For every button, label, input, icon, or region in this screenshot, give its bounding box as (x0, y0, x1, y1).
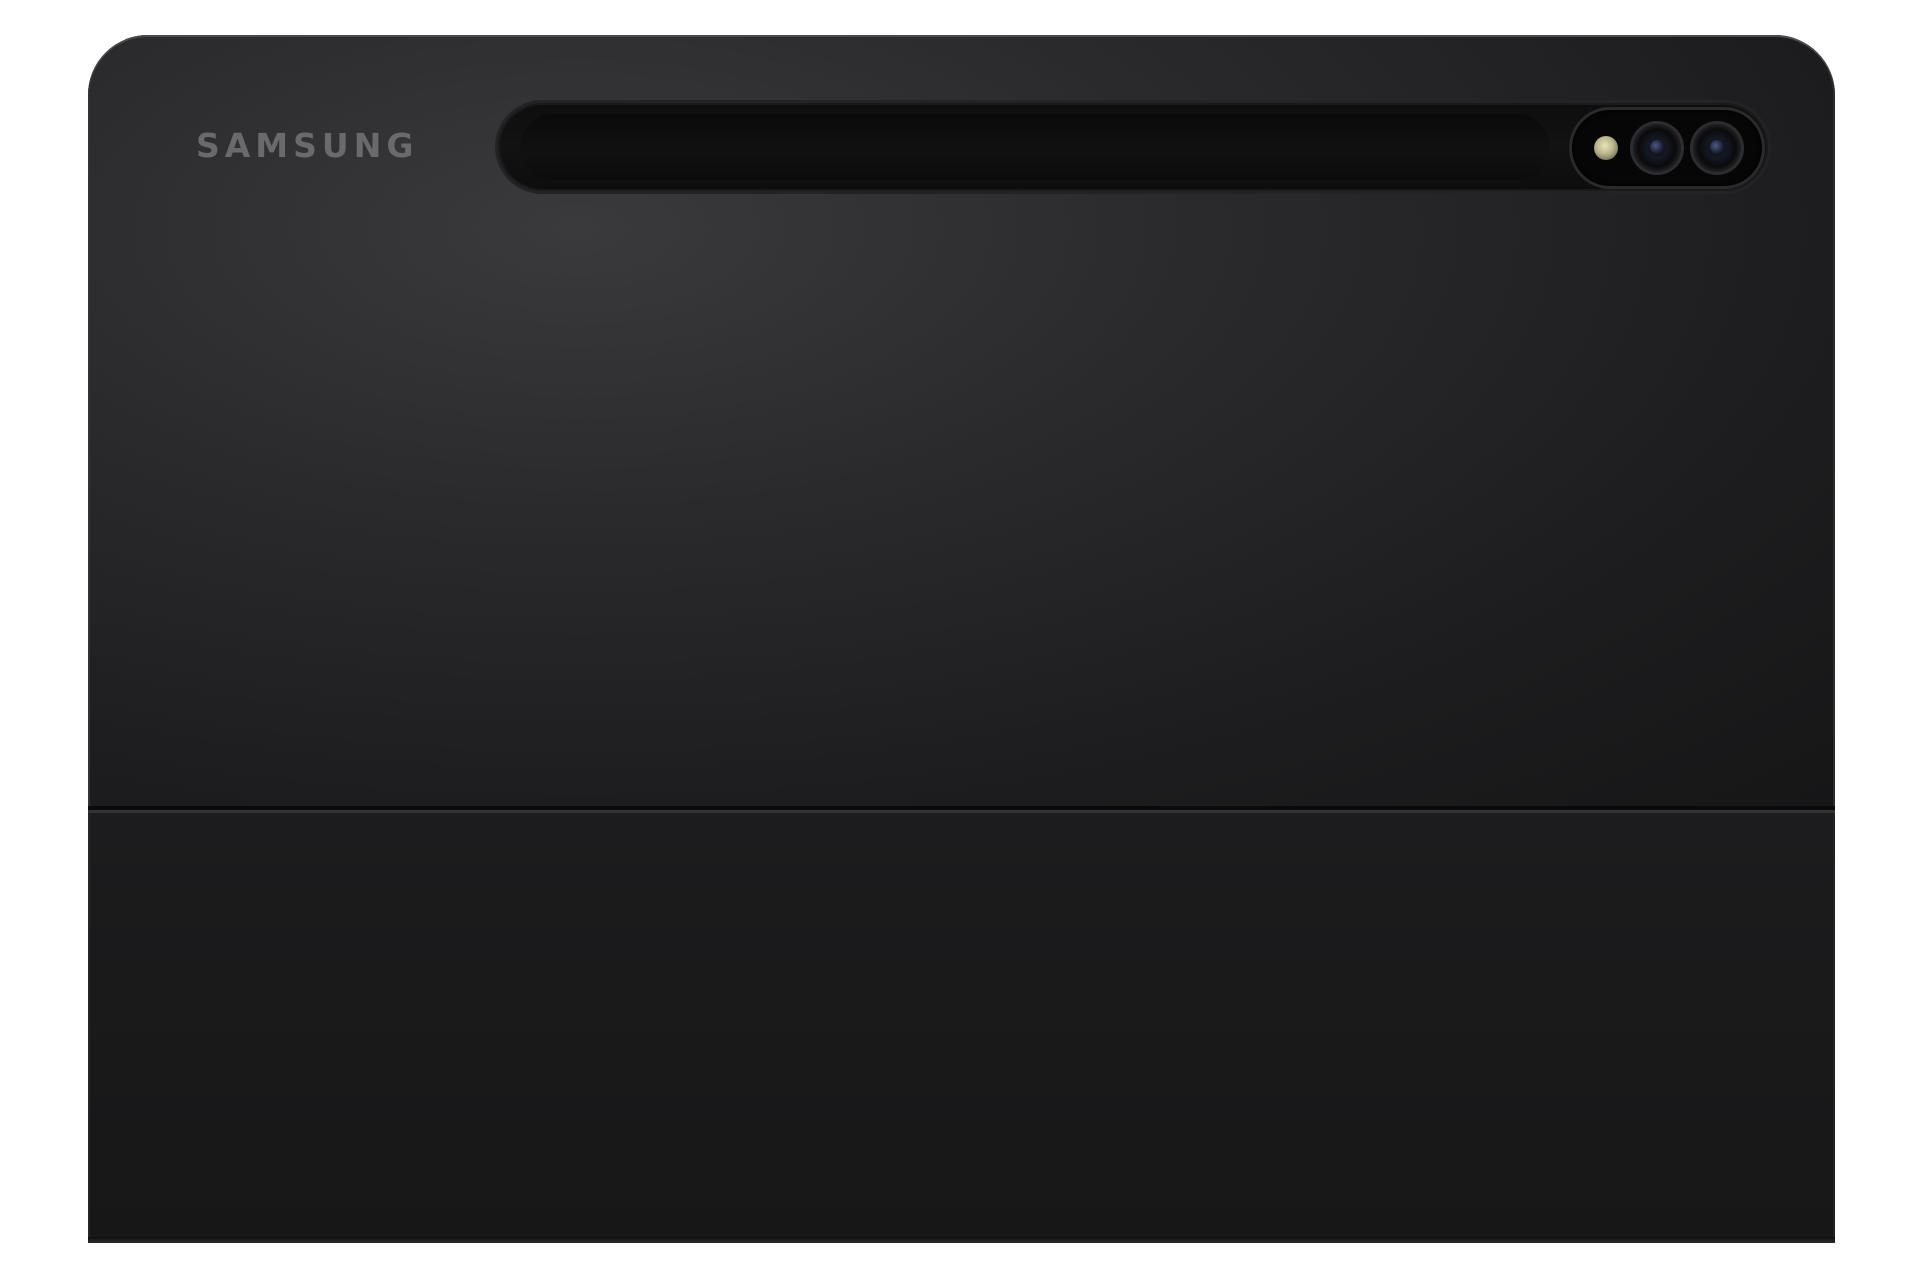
samsung-logo: SAMSUNG (196, 126, 419, 165)
flash-icon (1594, 136, 1618, 160)
cover-bottom-edge (88, 1237, 1835, 1243)
camera-lens-icon (1633, 124, 1681, 172)
keyboard-cover-panel (88, 810, 1835, 1237)
pen-holder-recess (520, 114, 1550, 180)
camera-lens-icon (1693, 124, 1741, 172)
product-photo: SAMSUNG (0, 0, 1920, 1280)
